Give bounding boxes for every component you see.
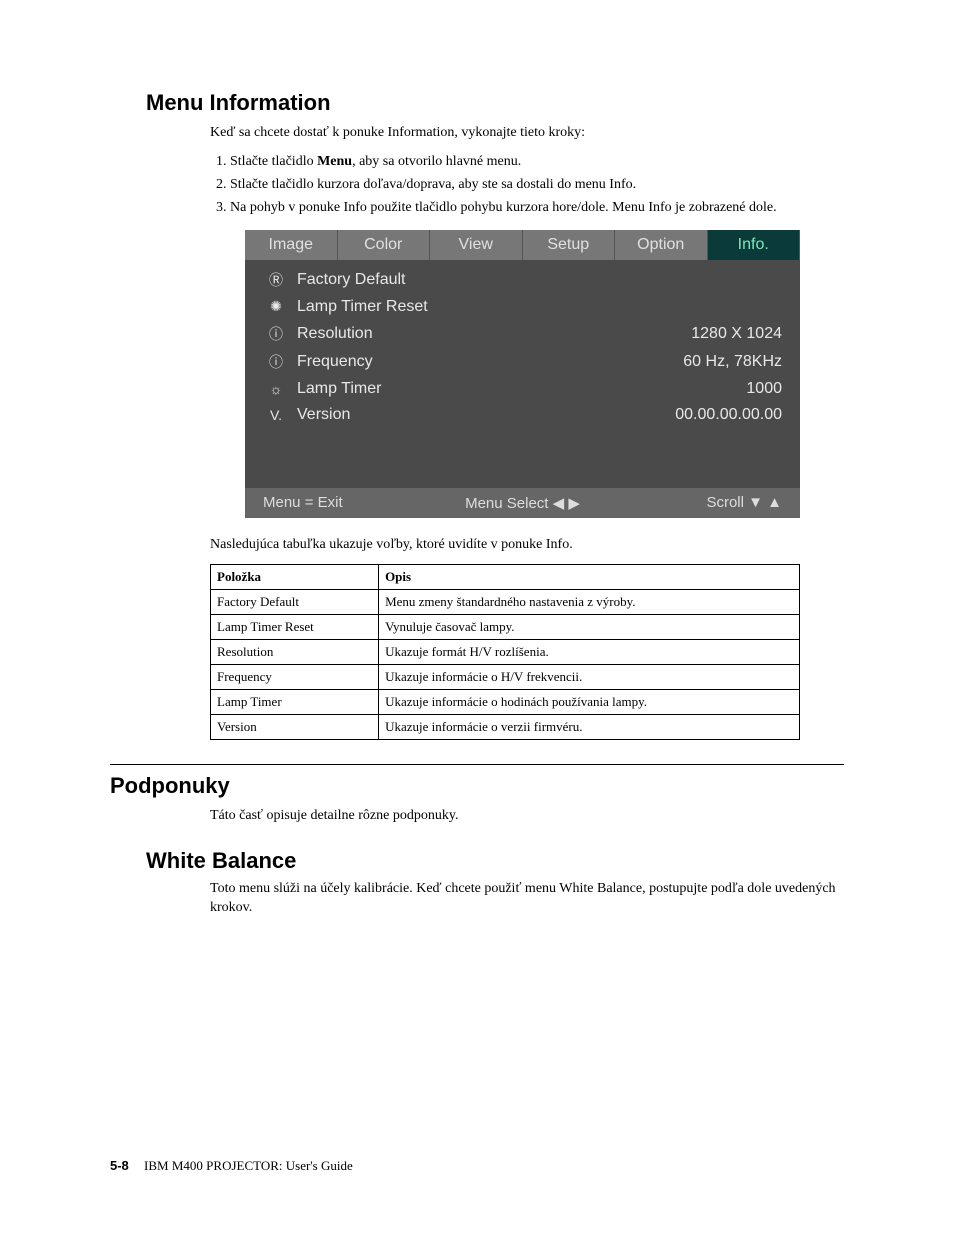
- table-cell: Ukazuje informácie o verzii firmvéru.: [379, 715, 800, 740]
- table-cell: Factory Default: [211, 590, 379, 615]
- step-item: Na pohyb v ponuke Info použite tlačidlo …: [230, 199, 844, 218]
- table-cell: Ukazuje formát H/V rozlíšenia.: [379, 640, 800, 665]
- table-intro: Nasledujúca tabuľka ukazuje voľby, ktoré…: [210, 536, 844, 555]
- table-row: ResolutionUkazuje formát H/V rozlíšenia.: [211, 640, 800, 665]
- osd-tab: View: [430, 230, 523, 260]
- osd-row-icon: ✺: [263, 298, 289, 315]
- section-divider: [110, 764, 844, 765]
- osd-row-value: 60 Hz, 78KHz: [683, 353, 782, 371]
- table-row: Factory DefaultMenu zmeny štandardného n…: [211, 590, 800, 615]
- intro-text: Keď sa chcete dostať k ponuke Informatio…: [210, 124, 844, 143]
- osd-tab: Option: [615, 230, 708, 260]
- osd-row-icon: Ⓡ: [263, 270, 289, 290]
- table-cell: Frequency: [211, 665, 379, 690]
- heading-podponuky: Podponuky: [110, 773, 844, 799]
- osd-row-icon: ☼: [263, 381, 289, 397]
- podponuky-intro: Táto časť opisuje detailne rôzne podponu…: [210, 807, 844, 826]
- osd-footer-mid: Menu Select ◀ ▶: [436, 494, 609, 512]
- osd-footer-left: Menu = Exit: [263, 494, 436, 512]
- osd-tab: Color: [338, 230, 431, 260]
- page-number: 5-8: [110, 1158, 129, 1173]
- osd-row-icon: V.: [263, 407, 289, 423]
- osd-row-icon: ⓘ: [263, 352, 289, 372]
- osd-row: ⓘ Resolution1280 X 1024: [263, 320, 782, 348]
- table-header-desc: Opis: [379, 565, 800, 590]
- table-row: Lamp TimerUkazuje informácie o hodinách …: [211, 690, 800, 715]
- osd-row-value: 00.00.00.00.00: [675, 406, 782, 424]
- osd-row: V. Version00.00.00.00.00: [263, 402, 782, 428]
- step-item: Stlačte tlačidlo kurzora doľava/doprava,…: [230, 176, 844, 195]
- table-row: VersionUkazuje informácie o verzii firmv…: [211, 715, 800, 740]
- osd-row-label: Lamp Timer: [297, 380, 746, 398]
- osd-row: Ⓡ Factory Default: [263, 266, 782, 294]
- table-cell: Vynuluje časovač lampy.: [379, 615, 800, 640]
- heading-white-balance: White Balance: [146, 848, 844, 874]
- osd-row: ✺ Lamp Timer Reset: [263, 294, 782, 320]
- osd-tab: Info.: [708, 230, 801, 260]
- osd-row: ☼ Lamp Timer1000: [263, 376, 782, 402]
- osd-tab: Setup: [523, 230, 616, 260]
- osd-row-icon: ⓘ: [263, 324, 289, 344]
- table-cell: Menu zmeny štandardného nastavenia z výr…: [379, 590, 800, 615]
- osd-row-label: Frequency: [297, 353, 683, 371]
- table-row: Lamp Timer ResetVynuluje časovač lampy.: [211, 615, 800, 640]
- white-balance-intro: Toto menu slúži na účely kalibrácie. Keď…: [210, 880, 844, 918]
- page-footer: 5-8 IBM M400 PROJECTOR: User's Guide: [110, 1158, 844, 1174]
- osd-footer-right: Scroll ▼ ▲: [609, 494, 782, 512]
- osd-row-value: 1000: [746, 380, 782, 398]
- table-cell: Lamp Timer: [211, 690, 379, 715]
- osd-menu-screenshot: ImageColorViewSetupOptionInfo. Ⓡ Factory …: [245, 230, 800, 518]
- table-cell: Resolution: [211, 640, 379, 665]
- osd-row-label: Version: [297, 406, 675, 424]
- table-cell: Lamp Timer Reset: [211, 615, 379, 640]
- table-cell: Version: [211, 715, 379, 740]
- osd-row-label: Factory Default: [297, 271, 782, 289]
- osd-row: ⓘ Frequency60 Hz, 78KHz: [263, 348, 782, 376]
- steps-list: Stlačte tlačidlo Menu, aby sa otvorilo h…: [210, 153, 844, 218]
- table-row: FrequencyUkazuje informácie o H/V frekve…: [211, 665, 800, 690]
- osd-tab: Image: [245, 230, 338, 260]
- footer-title: IBM M400 PROJECTOR: User's Guide: [144, 1158, 353, 1173]
- osd-row-value: 1280 X 1024: [691, 325, 782, 343]
- osd-row-label: Lamp Timer Reset: [297, 298, 782, 316]
- osd-row-label: Resolution: [297, 325, 691, 343]
- info-table: Položka Opis Factory DefaultMenu zmeny š…: [210, 564, 800, 740]
- table-cell: Ukazuje informácie o hodinách používania…: [379, 690, 800, 715]
- heading-menu-information: Menu Information: [146, 90, 844, 116]
- table-cell: Ukazuje informácie o H/V frekvencii.: [379, 665, 800, 690]
- step-item: Stlačte tlačidlo Menu, aby sa otvorilo h…: [230, 153, 844, 172]
- table-header-item: Položka: [211, 565, 379, 590]
